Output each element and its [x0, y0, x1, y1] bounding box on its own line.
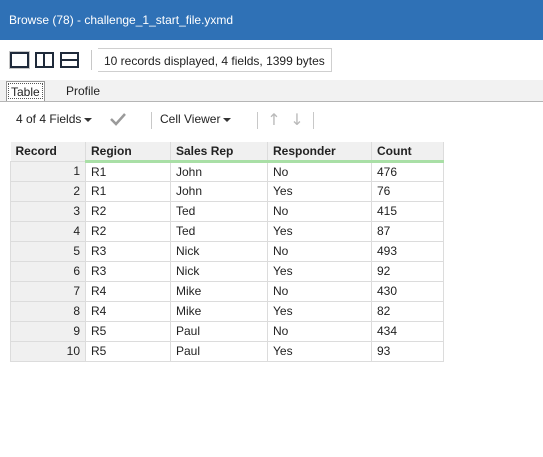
responder-cell[interactable]: Yes	[267, 300, 372, 322]
arrow-down-icon[interactable]: ↓	[288, 111, 306, 129]
window-titlebar: Browse (78) - challenge_1_start_file.yxm…	[0, 0, 543, 40]
table-row[interactable]: 3 R2 Ted No 415	[10, 200, 444, 222]
record-number-cell[interactable]: 1	[10, 160, 86, 182]
split-rows-icon[interactable]	[60, 52, 79, 68]
table-row[interactable]: 4 R2 Ted Yes 87	[10, 220, 444, 242]
count-cell[interactable]: 493	[371, 240, 444, 262]
chevron-down-icon	[223, 117, 232, 122]
sales-rep-cell[interactable]: Paul	[170, 320, 268, 342]
count-cell[interactable]: 415	[371, 200, 444, 222]
tab-table[interactable]: Table	[6, 81, 45, 101]
responder-cell[interactable]: Yes	[267, 260, 372, 282]
count-cell[interactable]: 476	[371, 160, 444, 182]
column-header-region[interactable]: Region	[85, 142, 171, 163]
column-header-count[interactable]: Count	[371, 142, 444, 163]
sales-rep-cell[interactable]: Mike	[170, 280, 268, 302]
results-table: Record Region Sales Rep Responder Count …	[10, 142, 444, 362]
arrow-up-icon[interactable]: ↑	[265, 111, 283, 129]
record-number-cell[interactable]: 10	[10, 340, 86, 362]
count-cell[interactable]: 92	[371, 260, 444, 282]
record-number-cell[interactable]: 7	[10, 280, 86, 302]
count-cell[interactable]: 82	[371, 300, 444, 322]
count-cell[interactable]: 434	[371, 320, 444, 342]
sales-rep-cell[interactable]: Ted	[170, 200, 268, 222]
split-columns-icon[interactable]	[35, 52, 54, 68]
record-number-cell[interactable]: 3	[10, 200, 86, 222]
responder-cell[interactable]: No	[267, 160, 372, 182]
region-cell[interactable]: R5	[85, 320, 171, 342]
fields-dropdown[interactable]: 4 of 4 Fields	[16, 112, 93, 126]
sales-rep-cell[interactable]: Mike	[170, 300, 268, 322]
field-toolbar: 4 of 4 Fields Cell Viewer ↑ ↓	[0, 108, 543, 134]
table-row[interactable]: 8 R4 Mike Yes 82	[10, 300, 444, 322]
table-row[interactable]: 1 R1 John No 476	[10, 160, 444, 182]
single-pane-icon[interactable]	[10, 52, 29, 68]
record-number-cell[interactable]: 5	[10, 240, 86, 262]
window-title: Browse (78) - challenge_1_start_file.yxm…	[9, 13, 234, 27]
responder-cell[interactable]: Yes	[267, 220, 372, 242]
view-tabs: Table Profile	[0, 80, 543, 102]
count-cell[interactable]: 87	[371, 220, 444, 242]
region-cell[interactable]: R1	[85, 180, 171, 202]
toolbar-divider	[91, 50, 92, 70]
sales-rep-cell[interactable]: Nick	[170, 240, 268, 262]
responder-cell[interactable]: Yes	[267, 180, 372, 202]
column-header-record[interactable]: Record	[10, 142, 86, 162]
column-header-sales-rep[interactable]: Sales Rep	[170, 142, 268, 163]
count-cell[interactable]: 430	[371, 280, 444, 302]
responder-cell[interactable]: No	[267, 320, 372, 342]
region-cell[interactable]: R2	[85, 200, 171, 222]
table-row[interactable]: 7 R4 Mike No 430	[10, 280, 444, 302]
checkmark-icon[interactable]	[110, 112, 126, 126]
region-cell[interactable]: R2	[85, 220, 171, 242]
responder-cell[interactable]: No	[267, 240, 372, 262]
record-number-cell[interactable]: 8	[10, 300, 86, 322]
tab-profile[interactable]: Profile	[62, 81, 104, 101]
record-number-cell[interactable]: 9	[10, 320, 86, 342]
sales-rep-cell[interactable]: Nick	[170, 260, 268, 282]
table-row[interactable]: 5 R3 Nick No 493	[10, 240, 444, 262]
record-number-cell[interactable]: 6	[10, 260, 86, 282]
count-cell[interactable]: 93	[371, 340, 444, 362]
browse-toolbar: 10 records displayed, 4 fields, 1399 byt…	[0, 40, 543, 78]
region-cell[interactable]: R1	[85, 160, 171, 182]
sales-rep-cell[interactable]: Ted	[170, 220, 268, 242]
responder-cell[interactable]: Yes	[267, 340, 372, 362]
region-cell[interactable]: R5	[85, 340, 171, 362]
sales-rep-cell[interactable]: John	[170, 180, 268, 202]
region-cell[interactable]: R4	[85, 300, 171, 322]
records-status: 10 records displayed, 4 fields, 1399 byt…	[98, 48, 332, 72]
table-header-row: Record Region Sales Rep Responder Count	[10, 142, 444, 163]
fields-dropdown-label: 4 of 4 Fields	[16, 112, 82, 126]
table-row[interactable]: 9 R5 Paul No 434	[10, 320, 444, 342]
region-cell[interactable]: R3	[85, 240, 171, 262]
record-number-cell[interactable]: 4	[10, 220, 86, 242]
column-header-responder[interactable]: Responder	[267, 142, 372, 163]
table-row[interactable]: 6 R3 Nick Yes 92	[10, 260, 444, 282]
toolbar-divider	[151, 112, 152, 129]
toolbar-divider	[313, 112, 314, 129]
responder-cell[interactable]: No	[267, 280, 372, 302]
toolbar-divider	[257, 112, 258, 129]
region-cell[interactable]: R4	[85, 280, 171, 302]
count-cell[interactable]: 76	[371, 180, 444, 202]
cell-viewer-label: Cell Viewer	[160, 112, 221, 126]
table-row[interactable]: 2 R1 John Yes 76	[10, 180, 444, 202]
table-row[interactable]: 10 R5 Paul Yes 93	[10, 340, 444, 362]
responder-cell[interactable]: No	[267, 200, 372, 222]
sales-rep-cell[interactable]: John	[170, 160, 268, 182]
record-number-cell[interactable]: 2	[10, 180, 86, 202]
cell-viewer-dropdown[interactable]: Cell Viewer	[160, 112, 232, 126]
chevron-down-icon	[84, 117, 93, 122]
sales-rep-cell[interactable]: Paul	[170, 340, 268, 362]
region-cell[interactable]: R3	[85, 260, 171, 282]
